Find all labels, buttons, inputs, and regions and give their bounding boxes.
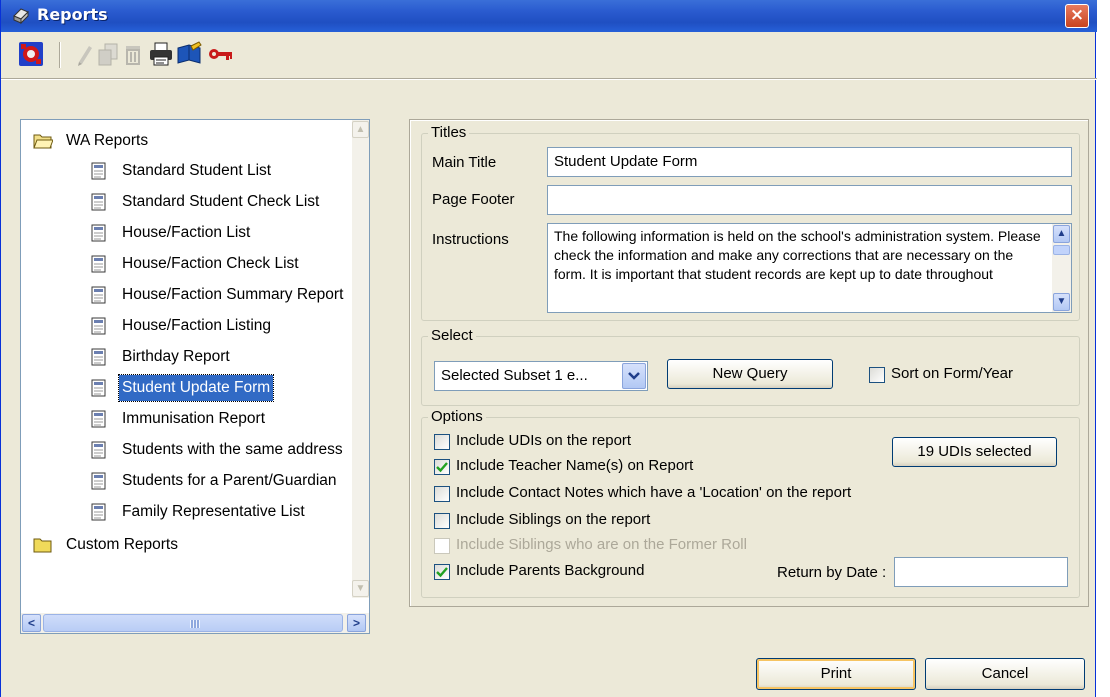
checkbox-box [434, 538, 450, 554]
checkbox-box[interactable] [434, 564, 450, 580]
report-document-icon [91, 410, 111, 428]
report-tree[interactable]: WA Reports Standard Student List Standard… [20, 119, 370, 634]
report-document-icon [91, 379, 111, 397]
cancel-button[interactable]: Cancel [925, 658, 1085, 690]
include-teacher-label: Include Teacher Name(s) on Report [456, 457, 694, 474]
scroll-up-icon[interactable]: ▲ [1053, 225, 1070, 243]
folder-icon [33, 536, 53, 554]
toolbar-separator [59, 42, 61, 68]
reports-window: Reports × WA Reports Standard Student Li… [0, 0, 1097, 697]
instructions-textarea[interactable]: The following information is held on the… [547, 223, 1072, 313]
subset-combobox[interactable]: Selected Subset 1 e... [434, 361, 648, 391]
report-document-icon [91, 224, 111, 242]
tree-folder-label: Custom Reports [66, 536, 178, 553]
instructions-text: The following information is held on the… [554, 228, 1041, 282]
checkbox-box[interactable] [434, 434, 450, 450]
include-siblings-label: Include Siblings on the report [456, 511, 651, 528]
subset-value: Selected Subset 1 e... [441, 367, 588, 384]
include-parents-background-label: Include Parents Background [456, 562, 645, 579]
instructions-scrollbar[interactable]: ▲ ▼ [1052, 224, 1071, 312]
key-icon[interactable] [207, 40, 235, 68]
tree-item-label: Standard Student Check List [122, 193, 320, 210]
delete-icon[interactable] [119, 40, 147, 68]
tree-item-label: Students with the same address [122, 441, 343, 458]
tree-item-label: Birthday Report [122, 348, 230, 365]
report-document-icon [91, 255, 111, 273]
select-legend: Select [428, 327, 476, 345]
check-icon [436, 462, 448, 473]
chevron-down-icon[interactable] [622, 363, 646, 389]
report-document-icon [91, 317, 111, 335]
sort-label: Sort on Form/Year [891, 365, 1013, 382]
return-by-date-input[interactable] [894, 557, 1068, 587]
scroll-down-icon[interactable]: ▼ [1053, 293, 1070, 311]
check-icon [436, 567, 448, 578]
tree-item-label: Students for a Parent/Guardian [122, 472, 337, 489]
checkbox-box[interactable] [434, 459, 450, 475]
udis-selected-button[interactable]: 19 UDIs selected [892, 437, 1057, 467]
scroll-right-icon[interactable]: > [347, 614, 366, 632]
tree-horizontal-scrollbar[interactable]: < > [21, 613, 369, 633]
tree-item-label: Immunisation Report [122, 410, 266, 427]
tree-item-label: House/Faction Summary Report [122, 286, 344, 303]
report-document-icon [91, 348, 111, 366]
toolbar [1, 32, 1097, 78]
checkbox-box[interactable] [434, 513, 450, 529]
report-document-icon [91, 472, 111, 490]
scroll-down-icon[interactable]: ▼ [352, 580, 369, 597]
tree-vertical-scrollbar[interactable]: ▲ ▼ [352, 120, 369, 598]
include-former-siblings-label: Include Siblings who are on the Former R… [456, 536, 747, 553]
include-udis-label: Include UDIs on the report [456, 432, 632, 449]
select-group: Select Selected Subset 1 e... New Query … [421, 327, 1080, 406]
notes-icon[interactable] [175, 40, 203, 68]
print-icon[interactable] [147, 40, 175, 68]
include-contact-notes-label: Include Contact Notes which have a 'Loca… [456, 484, 852, 501]
tree-item-label: House/Faction Listing [122, 317, 272, 334]
toolbar-divider [1, 78, 1097, 80]
scroll-up-icon[interactable]: ▲ [352, 121, 369, 138]
title-bar[interactable]: Reports × [1, 0, 1097, 32]
tree-item-label: Student Update Form [117, 374, 275, 402]
window-title: Reports [37, 5, 108, 24]
report-document-icon [91, 286, 111, 304]
run-report-icon[interactable] [17, 40, 45, 68]
titles-group: Titles Main Title Student Update Form Pa… [421, 124, 1080, 321]
checkbox-box[interactable] [869, 367, 885, 383]
tree-item-label: Standard Student List [122, 162, 272, 179]
return-by-date-label: Return by Date : [777, 564, 887, 581]
report-document-icon [91, 193, 111, 211]
options-group: Options Include UDIs on the report 19 UD… [421, 408, 1080, 598]
instructions-label: Instructions [432, 231, 509, 248]
scroll-thumb[interactable] [1053, 245, 1070, 255]
tree-item-label: House/Faction Check List [122, 255, 299, 272]
main-title-label: Main Title [432, 154, 497, 171]
main-title-input[interactable]: Student Update Form [547, 147, 1072, 177]
report-settings-panel: Titles Main Title Student Update Form Pa… [409, 119, 1089, 607]
tree-item-label: House/Faction List [122, 224, 251, 241]
open-folder-icon [33, 132, 54, 150]
reports-app-icon [11, 6, 31, 26]
close-icon: × [1069, 5, 1085, 25]
checkbox-box[interactable] [434, 486, 450, 502]
tree-item-label: Family Representative List [122, 503, 305, 520]
report-document-icon [91, 162, 111, 180]
close-button[interactable]: × [1065, 4, 1089, 28]
print-button[interactable]: Print [756, 658, 916, 690]
new-query-button[interactable]: New Query [667, 359, 833, 389]
page-footer-label: Page Footer [432, 191, 515, 208]
page-footer-input[interactable] [547, 185, 1072, 215]
report-document-icon [91, 441, 111, 459]
scroll-left-icon[interactable]: < [22, 614, 41, 632]
tree-folder-label: WA Reports [66, 132, 149, 149]
report-document-icon [91, 503, 111, 521]
options-legend: Options [428, 408, 486, 426]
titles-legend: Titles [428, 124, 470, 142]
scroll-thumb[interactable] [43, 614, 343, 632]
